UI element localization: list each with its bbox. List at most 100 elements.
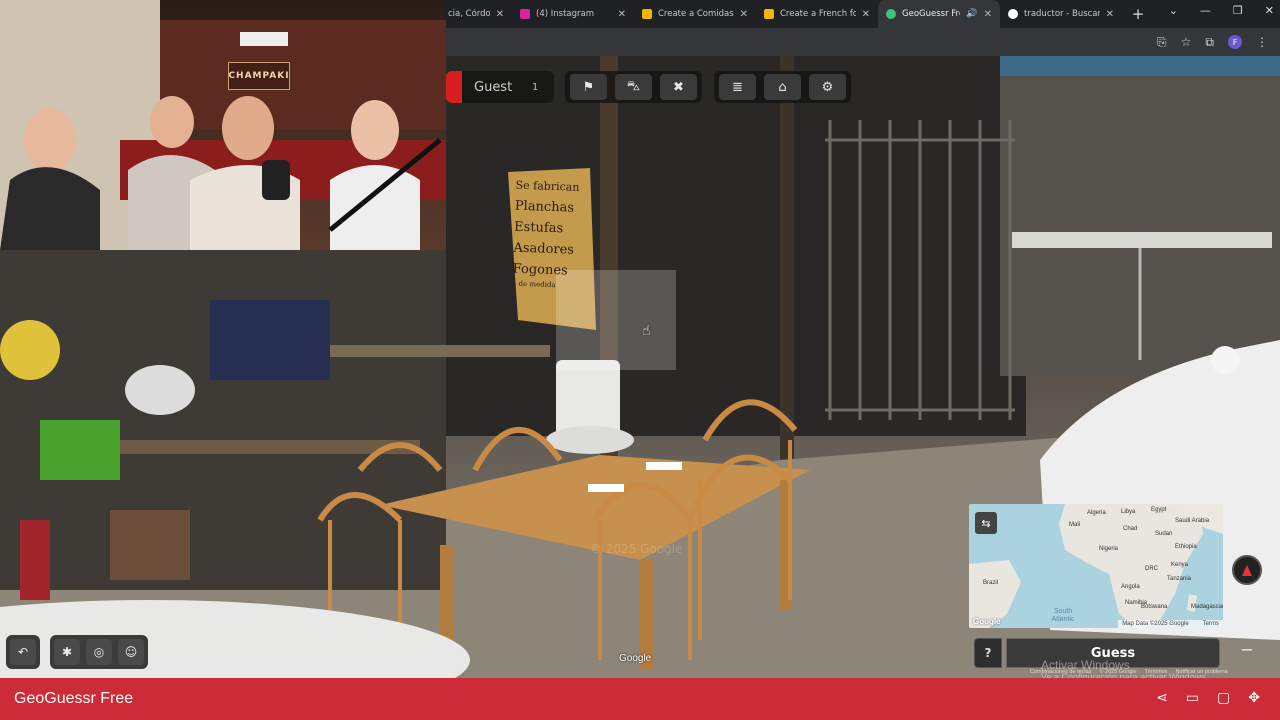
zoom-in-button[interactable]: + <box>1236 610 1258 632</box>
player-count: 1 <box>532 81 539 93</box>
reddit-icon[interactable]: ☺ <box>118 639 144 665</box>
settings-group: ≣ ⌂ ⚙ <box>714 71 851 103</box>
faded-google-watermark: © 2025 Google <box>590 542 683 556</box>
translate-icon[interactable]: ⎘ <box>1157 35 1167 50</box>
extensions-icon[interactable]: ⧉ <box>1205 35 1214 50</box>
no-move-icon[interactable]: ✖ <box>660 74 697 100</box>
browser-toolbar: ⎘ ☆ ⧉ F ⋮ <box>446 28 1280 56</box>
kebab-menu-icon[interactable]: ⋮ <box>1256 35 1268 49</box>
close-tab-icon[interactable]: ✕ <box>618 9 626 20</box>
webcam-overlay: CHAMPAKI <box>0 0 446 250</box>
zoom-out-button[interactable]: − <box>1236 638 1258 660</box>
close-tab-icon[interactable]: ✕ <box>862 9 870 20</box>
browser-tab[interactable]: Create a Comidas de ✕ <box>634 0 756 28</box>
controller-icon[interactable]: ◎ <box>86 639 112 665</box>
graduation-icon[interactable]: ⌂ <box>764 74 801 100</box>
close-window-icon[interactable]: ✕ <box>1265 4 1274 17</box>
browser-tab[interactable]: cia, Córdoba ✕ <box>446 0 512 28</box>
gear-icon[interactable]: ⚙ <box>809 74 846 100</box>
expand-icon[interactable]: ✥ <box>1248 690 1260 706</box>
restore-icon[interactable]: ❐ <box>1233 4 1243 17</box>
player-name: Guest <box>474 79 513 95</box>
tab-title: cia, Córdoba <box>448 9 490 19</box>
movement-options-group: ⚑ ⛍ ✖ <box>565 71 702 103</box>
minimap-google-logo: Google <box>973 617 1001 626</box>
help-button[interactable]: ? <box>974 638 1002 668</box>
champaki-logo: CHAMPAKI <box>228 62 290 90</box>
sign-line: Planchas <box>514 198 575 216</box>
minimap-country-label: Brazil <box>983 580 999 586</box>
minimap-country-label: Botswana <box>1141 604 1168 610</box>
minimap-country-label: Tanzania <box>1167 576 1192 582</box>
minimap-country-label: Mali <box>1069 522 1081 528</box>
minimap-country-label: Nigeria <box>1099 546 1119 552</box>
bottom-bar-title: GeoGuessr Free <box>14 690 134 707</box>
tab-title: Create a French food <box>780 9 856 19</box>
tab-title: Create a Comidas de <box>658 9 734 19</box>
terms-link[interactable]: Terms <box>1203 621 1219 627</box>
close-tab-icon[interactable]: ✕ <box>1106 9 1114 20</box>
bug-icon[interactable]: ✱ <box>54 639 80 665</box>
minimap-country-label: Sudan <box>1155 531 1173 537</box>
flag-icon[interactable]: ⚑ <box>570 74 607 100</box>
minimap-country-label: Angola <box>1121 584 1140 590</box>
watermark-line: Activar Windows <box>1041 658 1130 672</box>
profile-avatar[interactable]: F <box>1228 35 1242 49</box>
player-color-marker <box>446 71 462 103</box>
minimap-country-label: Algeria <box>1087 510 1106 516</box>
new-tab-button[interactable]: + <box>1128 5 1148 23</box>
document-icon <box>642 9 652 19</box>
undo-box: ↶ <box>6 635 40 669</box>
tab-title: (4) Instagram <box>536 9 594 19</box>
close-tab-icon[interactable]: ✕ <box>984 9 992 20</box>
video-bottom-bar: GeoGuessr Free ⋖ ▭ ▢ ✥ <box>0 678 1280 720</box>
map-settings-icon[interactable]: ⇆ <box>975 512 997 534</box>
tab-title: traductor - Buscar co <box>1024 9 1100 19</box>
browser-tab-active[interactable]: GeoGuessr Free | 🔊 ✕ <box>878 0 1000 28</box>
minimap-ocean-label: South Atlantic <box>1051 608 1075 623</box>
share-icon[interactable]: ⋖ <box>1156 690 1168 706</box>
minimize-icon[interactable]: — <box>1200 4 1211 17</box>
compass-needle-icon <box>1242 564 1252 576</box>
guess-minimap[interactable]: Algeria Libya Egypt Saudi Arabia Sudan Chad Ma… <box>969 504 1223 628</box>
chevron-down-icon[interactable]: ⌄ <box>1169 4 1178 17</box>
window-icon[interactable]: ▢ <box>1217 690 1230 706</box>
google-logo: Google <box>619 653 652 664</box>
browser-tab[interactable]: traductor - Buscar co ✕ <box>1000 0 1122 28</box>
layers-icon[interactable]: ≣ <box>719 74 756 100</box>
webcam-art <box>0 0 446 250</box>
minimap-country-label: Libya <box>1121 509 1136 515</box>
browser-tab-bar: cia, Córdoba ✕ (4) Instagram ✕ Create a … <box>446 0 1280 28</box>
geoguessr-icon <box>886 9 896 19</box>
close-tab-icon[interactable]: ✕ <box>740 9 748 20</box>
browser-tab[interactable]: (4) Instagram ✕ <box>512 0 634 28</box>
instagram-icon <box>520 9 530 19</box>
community-links-box: ✱ ◎ ☺ <box>50 635 148 669</box>
minimap-country-label: Ethiopia <box>1175 544 1197 550</box>
minimap-attribution: Map Data ©2025 Google Terms <box>1118 620 1223 628</box>
window-controls: ⌄ — ❐ ✕ <box>1169 4 1274 17</box>
sign-line: Fogones <box>512 261 568 279</box>
map-data-text: Map Data ©2025 Google <box>1122 621 1189 627</box>
minimap-country-label: Egypt <box>1151 507 1167 513</box>
chat-icon[interactable]: ▭ <box>1186 690 1199 706</box>
minimap-country-label: Saudi Arabia <box>1175 518 1210 524</box>
sign-line: Asadores <box>513 240 575 258</box>
browser-tab[interactable]: Create a French food ✕ <box>756 0 878 28</box>
minimap-country-label: Kenya <box>1171 562 1189 568</box>
minimap-country-label: DRC <box>1145 566 1158 572</box>
close-tab-icon[interactable]: ✕ <box>496 9 504 20</box>
document-icon <box>764 9 774 19</box>
compass[interactable] <box>1232 555 1262 585</box>
tab-title: GeoGuessr Free | <box>902 9 960 19</box>
minimap-country-label: Madagascar <box>1191 604 1223 610</box>
sign-line: Estufas <box>513 219 564 237</box>
star-icon[interactable]: ☆ <box>1181 35 1192 49</box>
player-panel: Guest 1 <box>446 71 554 103</box>
hand-cursor-icon: ☝ <box>642 323 651 339</box>
google-icon <box>1008 9 1018 19</box>
speaker-icon[interactable]: 🔊 <box>966 9 977 19</box>
undo-icon[interactable]: ↶ <box>10 639 36 665</box>
bottom-bar-icons: ⋖ ▭ ▢ ✥ <box>1156 690 1260 706</box>
car-icon[interactable]: ⛍ <box>615 74 652 100</box>
